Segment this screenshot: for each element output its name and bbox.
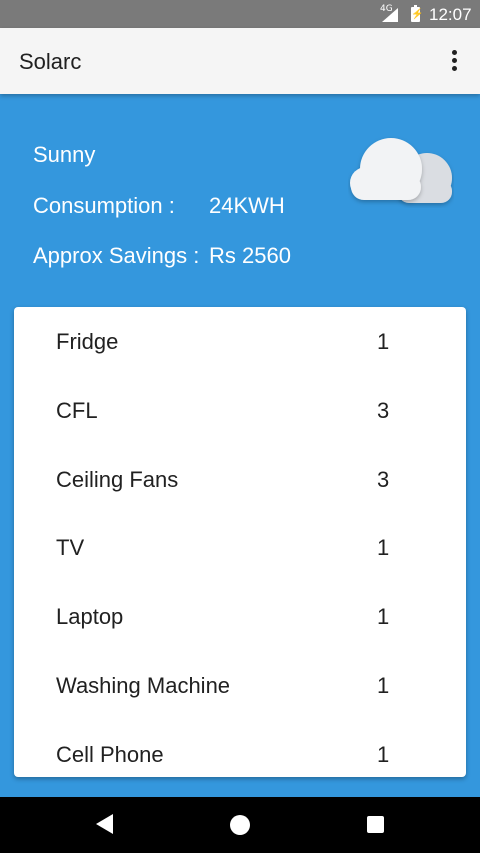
appliance-name: Ceiling Fans: [56, 467, 179, 492]
appliance-count: 1: [377, 742, 390, 767]
cloud-icon: [350, 138, 452, 203]
weather-condition: Sunny: [33, 142, 96, 167]
appliance-count: 1: [377, 329, 390, 354]
signal-icon: [382, 8, 398, 22]
appliance-name: CFL: [56, 398, 98, 423]
appliance-count: 1: [377, 535, 390, 560]
system-nav-bar: [0, 797, 480, 853]
savings-row: Approx Savings : Rs 2560: [33, 243, 291, 269]
list-item[interactable]: CFL 3: [14, 376, 466, 445]
recents-icon[interactable]: [367, 816, 384, 833]
savings-label: Approx Savings :: [33, 243, 200, 268]
appliance-list: Fridge 1 CFL 3 Ceiling Fans 3 TV 1 Lapto…: [14, 307, 466, 777]
more-vert-icon[interactable]: [446, 48, 462, 74]
battery-charging-icon: [411, 5, 423, 22]
appliance-count: 3: [377, 398, 390, 423]
consumption-row: Consumption : 24KWH: [33, 193, 285, 219]
list-item[interactable]: Fridge 1: [14, 307, 466, 376]
appliance-count: 1: [377, 604, 390, 629]
appliance-count: 3: [377, 467, 390, 492]
status-time: 12:07: [429, 5, 472, 24]
appliance-name: Laptop: [56, 604, 124, 629]
consumption-label: Consumption :: [33, 193, 175, 218]
status-bar: 4G 12:07: [0, 0, 480, 28]
list-item[interactable]: Laptop 1: [14, 582, 466, 651]
appliance-count: 1: [377, 673, 390, 698]
weather-summary: Sunny Consumption : 24KWH Approx Savings…: [0, 94, 480, 304]
appliance-name: Fridge: [56, 329, 119, 354]
home-icon[interactable]: [230, 815, 250, 835]
list-item[interactable]: Cell Phone 1: [14, 720, 466, 777]
appliance-name: TV: [56, 535, 85, 560]
back-icon[interactable]: [96, 814, 113, 834]
appliance-name: Cell Phone: [56, 742, 164, 767]
list-item[interactable]: Ceiling Fans 3: [14, 445, 466, 514]
consumption-value: 24KWH: [209, 193, 285, 218]
app-bar: Solarc: [0, 28, 480, 94]
app-title: Solarc: [19, 49, 82, 74]
list-item[interactable]: TV 1: [14, 513, 466, 582]
savings-value: Rs 2560: [209, 243, 291, 268]
list-item[interactable]: Washing Machine 1: [14, 651, 466, 720]
appliance-name: Washing Machine: [56, 673, 231, 698]
